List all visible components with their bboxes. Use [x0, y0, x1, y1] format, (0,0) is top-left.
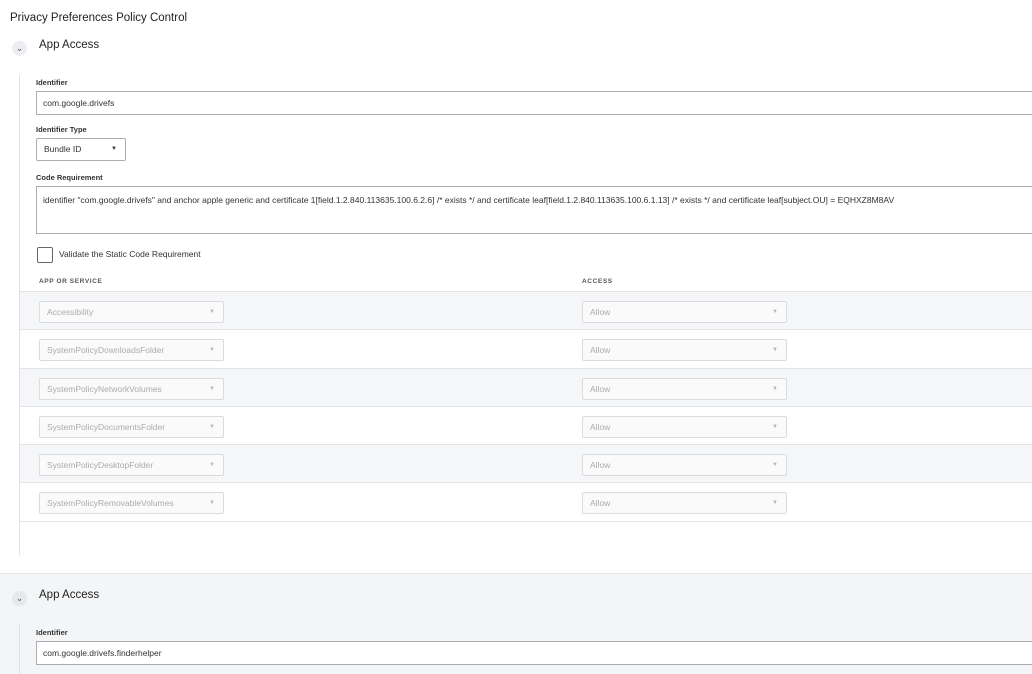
access-value: Allow — [590, 498, 611, 509]
caret-down-icon: ▼ — [772, 500, 778, 507]
section-header-app-access-1[interactable]: ⌄ App Access — [0, 36, 1032, 66]
access-dropdown[interactable]: Allow ▼ — [582, 301, 787, 323]
access-dropdown[interactable]: Allow ▼ — [582, 454, 787, 477]
code-requirement-textarea[interactable]: identifier "com.google.drivefs" and anch… — [36, 186, 1032, 234]
access-value: Allow — [590, 307, 611, 317]
service-value: SystemPolicyRemovableVolumes — [47, 498, 174, 509]
access-dropdown[interactable]: Allow ▼ — [582, 339, 787, 362]
identifier-type-select[interactable]: Bundle ID ▼ — [36, 138, 126, 161]
service-dropdown[interactable]: SystemPolicyDocumentsFolder ▼ — [39, 415, 224, 438]
service-value: SystemPolicyDocumentsFolder — [47, 421, 166, 432]
access-value: Allow — [590, 383, 611, 394]
identifier-type-value: Bundle ID — [44, 144, 82, 154]
caret-down-icon: ▼ — [772, 309, 778, 315]
section-divider-line — [19, 624, 20, 674]
access-value: Allow — [590, 345, 611, 356]
service-dropdown[interactable]: SystemPolicyRemovableVolumes ▼ — [39, 492, 224, 515]
identifier-label: Identifier — [36, 78, 68, 87]
identifier-label: Identifier — [36, 628, 68, 637]
table-row: SystemPolicyDocumentsFolder ▼ Allow ▼ — [20, 407, 1032, 446]
service-dropdown[interactable]: SystemPolicyDownloadsFolder ▼ — [39, 339, 224, 362]
section-header-app-access-2[interactable]: ⌄ App Access — [0, 586, 1032, 616]
column-header-service: APP OR SERVICE — [39, 278, 103, 285]
service-value: SystemPolicyDesktopFolder — [47, 460, 154, 471]
caret-down-icon: ▼ — [209, 462, 215, 469]
caret-down-icon: ▼ — [209, 423, 215, 430]
caret-down-icon: ▼ — [209, 385, 215, 392]
service-dropdown[interactable]: Accessibility ▼ — [39, 301, 224, 323]
service-value: SystemPolicyNetworkVolumes — [47, 383, 162, 394]
page-title: Privacy Preferences Policy Control — [10, 12, 188, 24]
table-row: SystemPolicyRemovableVolumes ▼ Allow ▼ — [20, 483, 1032, 522]
access-dropdown[interactable]: Allow ▼ — [582, 415, 787, 438]
section-title: App Access — [39, 589, 100, 601]
table-row: SystemPolicyNetworkVolumes ▼ Allow ▼ — [20, 368, 1032, 407]
access-value: Allow — [590, 460, 611, 471]
column-header-access: ACCESS — [582, 278, 613, 285]
caret-down-icon: ▼ — [209, 500, 215, 507]
chevron-down-icon[interactable]: ⌄ — [12, 591, 27, 606]
access-value: Allow — [590, 421, 611, 432]
service-dropdown[interactable]: SystemPolicyDesktopFolder ▼ — [39, 454, 224, 477]
chevron-down-icon[interactable]: ⌄ — [12, 41, 27, 56]
identifier-input[interactable]: com.google.drivefs.finderhelper — [36, 641, 1032, 665]
caret-down-icon: ▼ — [772, 423, 778, 430]
table-row: SystemPolicyDesktopFolder ▼ Allow ▼ — [20, 445, 1032, 484]
caret-down-icon: ▼ — [772, 385, 778, 392]
code-requirement-label: Code Requirement — [36, 173, 103, 182]
validate-checkbox-label: Validate the Static Code Requirement — [59, 249, 201, 259]
caret-down-icon: ▼ — [209, 309, 215, 315]
table-row: Accessibility ▼ Allow ▼ — [20, 292, 1032, 331]
caret-down-icon: ▼ — [772, 347, 778, 354]
access-dropdown[interactable]: Allow ▼ — [582, 492, 787, 515]
service-dropdown[interactable]: SystemPolicyNetworkVolumes ▼ — [39, 377, 224, 400]
app-access-table: Accessibility ▼ Allow ▼ SystemPolicyDownlo… — [20, 291, 1032, 522]
caret-down-icon: ▼ — [772, 462, 778, 469]
access-dropdown[interactable]: Allow ▼ — [582, 377, 787, 400]
service-value: SystemPolicyDownloadsFolder — [47, 345, 165, 356]
validate-checkbox[interactable] — [37, 247, 53, 263]
section-title: App Access — [39, 39, 100, 51]
table-row: SystemPolicyDownloadsFolder ▼ Allow ▼ — [20, 330, 1032, 369]
identifier-type-label: Identifier Type — [36, 125, 87, 134]
identifier-input[interactable]: com.google.drivefs — [36, 91, 1032, 115]
service-value: Accessibility — [47, 307, 94, 317]
caret-down-icon: ▼ — [209, 347, 215, 354]
caret-down-icon: ▼ — [111, 146, 117, 152]
